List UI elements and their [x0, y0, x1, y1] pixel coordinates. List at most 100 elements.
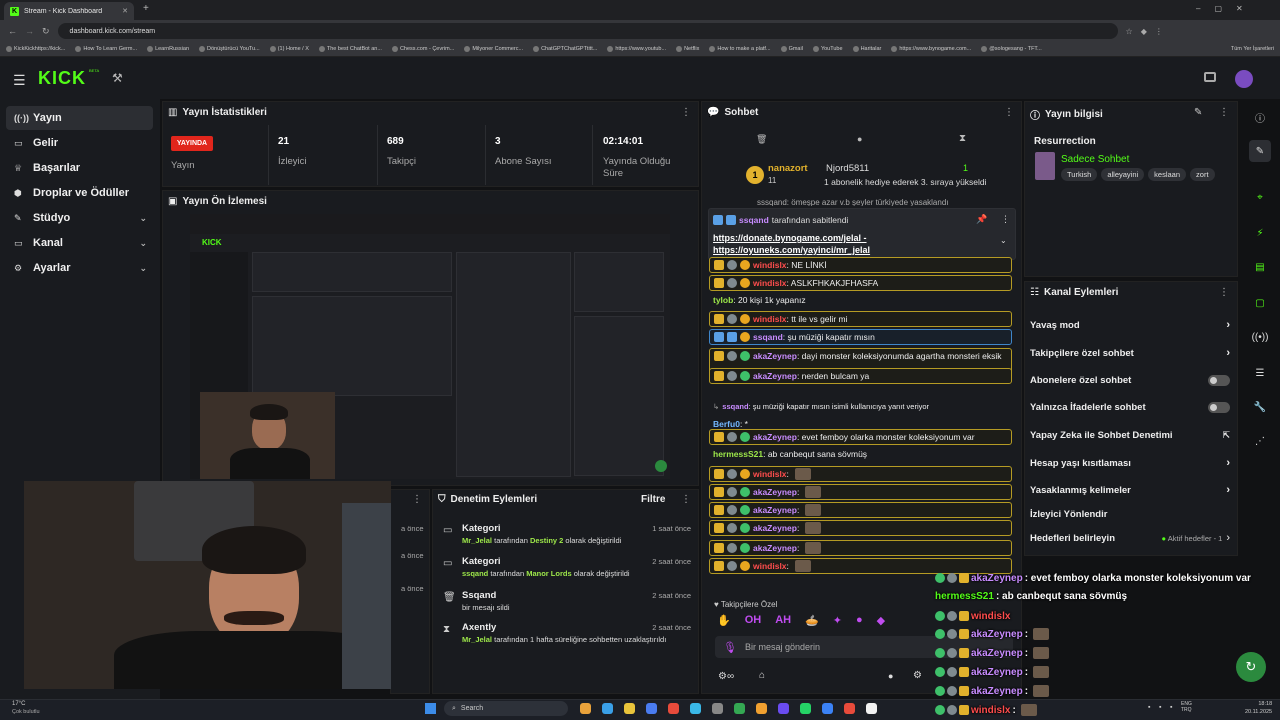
bookmark-item[interactable]: Netflix — [676, 46, 699, 52]
chat-bubble-icon[interactable]: ▢ — [1249, 292, 1271, 314]
bookmark-item[interactable]: (1) Home / X — [269, 46, 309, 52]
chat-username[interactable]: akaZeynep — [753, 371, 797, 381]
taskbar-search[interactable]: ⌕ Search — [444, 701, 568, 716]
taskbar-app-icon[interactable] — [822, 703, 833, 714]
chat-username[interactable]: akaZeynep — [753, 487, 797, 497]
chat-message[interactable]: windislx: ASLKFHKAKJFHASFA — [709, 275, 1012, 291]
partial-menu-icon[interactable]: ⋮ — [412, 494, 422, 505]
list-icon[interactable]: ☰ — [1249, 362, 1271, 384]
share-icon[interactable]: ⋰ — [1249, 430, 1271, 452]
address-bar[interactable]: dashboard.kick.com/stream — [57, 23, 1118, 39]
channel-action-row[interactable]: Yalnızca İfadelerle sohbet — [1030, 400, 1230, 414]
edit-pencil-icon[interactable]: ✎ — [1249, 140, 1271, 162]
layout-icon[interactable] — [1204, 72, 1216, 82]
stats-menu-icon[interactable]: ⋮ — [681, 107, 691, 118]
moderation-menu-icon[interactable]: ⋮ — [681, 494, 691, 505]
speaker-icon[interactable]: ▪ — [1159, 704, 1161, 711]
channel-action-row[interactable]: Abonelere özel sohbet — [1030, 373, 1230, 387]
chat-username[interactable]: windislx — [753, 260, 787, 270]
chat-message[interactable]: windislx: NE LİNKİ — [709, 257, 1012, 273]
bookmark-item[interactable]: How To Learn Germ... — [75, 46, 137, 52]
bookmark-item[interactable]: LearnRussian — [147, 46, 189, 52]
chat-username[interactable]: windislx — [753, 561, 787, 571]
chat-message[interactable]: akaZeynep: — [709, 484, 1012, 500]
tag-chip[interactable]: keslaan — [1148, 168, 1187, 181]
hamburger-menu-icon[interactable]: ☰ — [13, 72, 26, 89]
chat-message[interactable]: akaZeynep: — [709, 540, 1012, 556]
chat-message[interactable]: hermessS21: ab canbequt sana sövmüş — [709, 446, 1012, 462]
crosshair-icon[interactable]: ⌖ — [1249, 186, 1271, 208]
toggle-switch[interactable] — [1208, 401, 1230, 413]
channel-action-row[interactable]: Yapay Zeka ile Sohbet Denetimi ⇱ — [1030, 428, 1230, 442]
wifi-icon[interactable]: ▪ — [1148, 704, 1150, 711]
extensions-icon[interactable]: ◆ — [1141, 27, 1147, 36]
taskbar-app-icon[interactable] — [866, 703, 877, 714]
sidebar-item-4[interactable]: ⬢ Droplar ve Ödüller — [6, 181, 153, 205]
reload-icon[interactable]: ↻ — [42, 26, 50, 37]
bookmark-star-icon[interactable]: ☆ — [1126, 27, 1133, 36]
taskbar-app-icon[interactable] — [602, 703, 613, 714]
taskbar-app-icon[interactable] — [734, 703, 745, 714]
bookmark-item[interactable]: https://www.youtub... — [607, 46, 666, 52]
bookmark-item[interactable]: ChatGPTChatGPTtitt... — [533, 46, 597, 52]
channel-action-row[interactable]: Hedefleri belirleyin ● Aktif hedefler - 1… — [1030, 531, 1230, 545]
chat-message[interactable]: akaZeynep: evet femboy olarka monster ko… — [709, 429, 1012, 445]
bookmark-item[interactable]: Milyoner Commerc... — [464, 46, 523, 52]
pin-icon[interactable]: 📌 — [976, 214, 987, 225]
chat-message[interactable]: ssqand: şu müziği kapatır mısın — [709, 329, 1012, 345]
chat-message[interactable]: akaZeynep: — [709, 502, 1012, 518]
channel-action-row[interactable]: Takipçilere özel sohbet › — [1030, 346, 1230, 360]
link-1-text[interactable]: https://donate.bynogame.com/jelal — [713, 233, 861, 243]
moderation-user[interactable]: ssqand — [462, 569, 488, 578]
chat-menu-icon[interactable]: ⋮ — [1004, 107, 1014, 118]
chat-username[interactable]: Berfu0 — [713, 419, 740, 429]
back-icon[interactable]: ← — [8, 26, 17, 36]
support-fab[interactable]: ↻ — [1236, 652, 1266, 682]
taskbar-app-icon[interactable] — [690, 703, 701, 714]
bookmark-item[interactable]: YouTube — [812, 46, 843, 52]
channel-action-row[interactable]: Hesap yaşı kısıtlaması › — [1030, 456, 1230, 470]
sidebar-item-1[interactable]: ((·)) Yayın — [6, 106, 153, 130]
category-thumbnail[interactable] — [1035, 152, 1055, 180]
forward-icon[interactable]: → — [25, 26, 34, 36]
bookmark-item[interactable]: https://www.bynogame.com... — [891, 46, 971, 52]
chat-message[interactable]: windislx: tt ile vs gelir mi — [709, 311, 1012, 327]
lightning-icon[interactable]: ⚡ — [1249, 222, 1271, 244]
hourglass-icon[interactable]: ⧗ — [959, 133, 966, 144]
chat-username[interactable]: akaZeynep — [753, 543, 797, 553]
trash-icon[interactable]: 🗑 — [756, 134, 767, 145]
clipboard-icon[interactable]: ▤ — [1249, 256, 1271, 278]
bookmark-item[interactable]: @sologesang - TFT... — [981, 46, 1042, 52]
battery-icon[interactable]: ▪ — [1170, 704, 1172, 711]
taskbar-app-icon[interactable] — [712, 703, 723, 714]
filter-button[interactable]: Filtre — [641, 494, 665, 505]
bookmark-item[interactable]: How to make a platf... — [709, 46, 771, 52]
toggle-switch[interactable] — [1208, 374, 1230, 386]
window-controls[interactable]: –▢✕ — [1196, 4, 1257, 13]
moderation-user[interactable]: Mr_Jelal — [462, 635, 492, 644]
user-avatar[interactable] — [1235, 70, 1253, 88]
pinned-menu-icon[interactable]: ⋮ — [1001, 214, 1010, 225]
chat-message[interactable]: akaZeynep: — [709, 520, 1012, 536]
chat-username[interactable]: hermessS21 — [713, 449, 763, 459]
emote-row[interactable]: ✋ OH AH 🥧 ✦ ● ◆ — [717, 614, 917, 630]
chat-username[interactable]: akaZeynep — [753, 523, 797, 533]
edit-pencil-icon[interactable]: ✎ — [1194, 107, 1202, 118]
pin-icon[interactable]: ⚒ — [112, 71, 123, 85]
mic-icon[interactable]: 🎙 — [723, 641, 737, 654]
bookmark-item[interactable]: Dönüştürücü YouTu... — [199, 46, 260, 52]
chat-username[interactable]: windislx — [753, 469, 787, 479]
all-bookmarks[interactable]: Tüm Yer İşaretleri — [1231, 46, 1274, 52]
chat-username[interactable]: ssqand — [722, 402, 748, 411]
info-icon[interactable]: ⓘ — [1249, 106, 1271, 128]
chat-message[interactable]: ↳ ssqand: şu müziği kapatır mısın isimli … — [709, 398, 1012, 414]
chat-username[interactable]: windislx — [753, 278, 787, 288]
taskbar-app-icon[interactable] — [756, 703, 767, 714]
chat-message[interactable]: windislx: — [709, 466, 1012, 482]
channel-action-row[interactable]: Yavaş mod › — [1030, 318, 1230, 332]
chat-username[interactable]: tylob — [713, 295, 733, 305]
taskbar-app-icon[interactable] — [646, 703, 657, 714]
channel-action-row[interactable]: İzleyici Yönlendir — [1030, 507, 1230, 521]
chat-username[interactable]: akaZeynep — [753, 505, 797, 515]
chat-username[interactable]: akaZeynep — [753, 432, 797, 442]
